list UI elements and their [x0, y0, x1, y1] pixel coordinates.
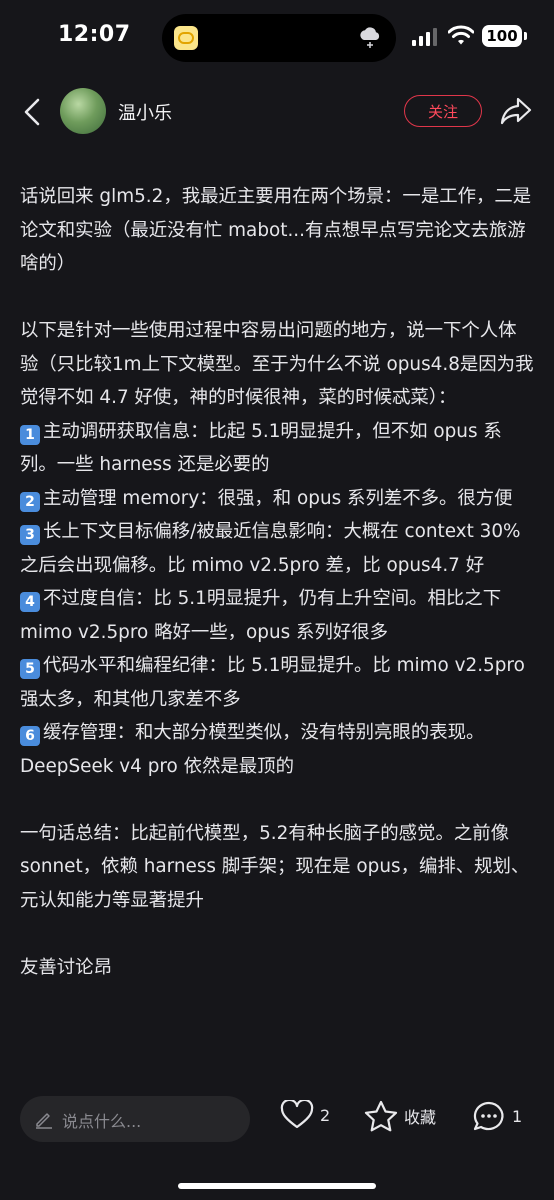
battery-tip	[524, 32, 527, 40]
number-badge-icon: 5	[20, 659, 40, 679]
dynamic-island	[162, 14, 396, 62]
point-text: 缓存管理：和大部分模型类似，没有特别亮眼的表现。DeepSeek v4 pro …	[20, 722, 485, 777]
bottom-action-bar: 说点什么... 2 收藏 1	[0, 1092, 554, 1148]
like-button[interactable]: 2	[280, 1100, 330, 1130]
favorite-button[interactable]: 收藏	[364, 1100, 436, 1132]
favorite-label: 收藏	[404, 1108, 437, 1127]
number-badge-icon: 1	[20, 424, 40, 445]
point-3: 3 长上下文目标偏移/被最近信息影响：大概在 context 30%之后会出现偏移…	[20, 515, 534, 582]
author-name[interactable]: 温小乐	[118, 99, 172, 125]
post-intro: 话说回来 glm5.2，我最近主要用在两个场景：一是工作，二是论文和实验（最近没…	[20, 186, 532, 274]
avatar[interactable]	[60, 88, 106, 134]
status-bar: 12:07 100	[0, 0, 554, 78]
star-icon	[364, 1100, 398, 1132]
comment-placeholder: 说点什么...	[62, 1112, 142, 1131]
point-text: 主动管理 memory：很强，和 opus 系列差不多。很方便	[43, 487, 513, 509]
comment-icon	[473, 1101, 504, 1131]
point-text: 主动调研获取信息：比起 5.1明显提升，但不如 opus 系列。一些 harne…	[20, 420, 502, 476]
point-6: 6 缓存管理：和大部分模型类似，没有特别亮眼的表现。DeepSeek v4 pro…	[20, 716, 534, 783]
post-closing: 友善讨论昂	[20, 956, 112, 978]
point-text: 长上下文目标偏移/被最近信息影响：大概在 context 30%之后会出现偏移。…	[20, 521, 521, 576]
point-text: 不过度自信：比 5.1明显提升，仍有上升空间。相比之下 mimo v2.5pro…	[20, 588, 502, 643]
like-count: 2	[320, 1105, 331, 1125]
follow-button[interactable]: 关注	[404, 95, 482, 127]
point-text: 代码水平和编程纪律：比 5.1明显提升。比 mimo v2.5pro 强太多，和…	[20, 655, 525, 710]
pencil-icon	[36, 1113, 52, 1129]
post-content: 话说回来 glm5.2，我最近主要用在两个场景：一是工作，二是论文和实验（最近没…	[20, 180, 534, 984]
number-badge-icon: 6	[20, 726, 40, 746]
point-5: 5 代码水平和编程纪律：比 5.1明显提升。比 mimo v2.5pro 强太多，…	[20, 649, 534, 716]
home-indicator[interactable]	[178, 1183, 376, 1189]
share-icon[interactable]	[500, 96, 532, 126]
heart-icon	[280, 1100, 314, 1129]
point-2: 2 主动管理 memory：很强，和 opus 系列差不多。很方便	[20, 482, 534, 516]
number-badge-icon: 4	[20, 592, 40, 612]
comment-input[interactable]: 说点什么...	[20, 1096, 250, 1142]
number-badge-icon: 3	[20, 525, 40, 545]
comment-count: 1	[512, 1106, 523, 1126]
point-4: 4 不过度自信：比 5.1明显提升，仍有上升空间。相比之下 mimo v2.5pr…	[20, 582, 534, 649]
post-header: 温小乐 关注	[0, 84, 554, 140]
wifi-icon	[448, 25, 474, 45]
comment-button[interactable]: 1	[472, 1100, 522, 1132]
post-summary: 一句话总结：比起前代模型，5.2有种长脑子的感觉。之前像 sonnet，依赖 h…	[20, 822, 530, 911]
post-context: 以下是针对一些使用过程中容易出问题的地方，说一下个人体验（只比较1m上下文模型。…	[20, 320, 534, 408]
signal-icon	[412, 28, 437, 46]
app-activity-icon	[174, 26, 198, 50]
point-1: 1 主动调研获取信息：比起 5.1明显提升，但不如 opus 系列。一些 harn…	[20, 415, 534, 482]
back-icon[interactable]	[20, 96, 46, 128]
battery-indicator: 100	[482, 25, 522, 47]
cloud-icon	[360, 27, 380, 48]
number-badge-icon: 2	[20, 491, 40, 512]
status-time: 12:07	[58, 22, 131, 47]
